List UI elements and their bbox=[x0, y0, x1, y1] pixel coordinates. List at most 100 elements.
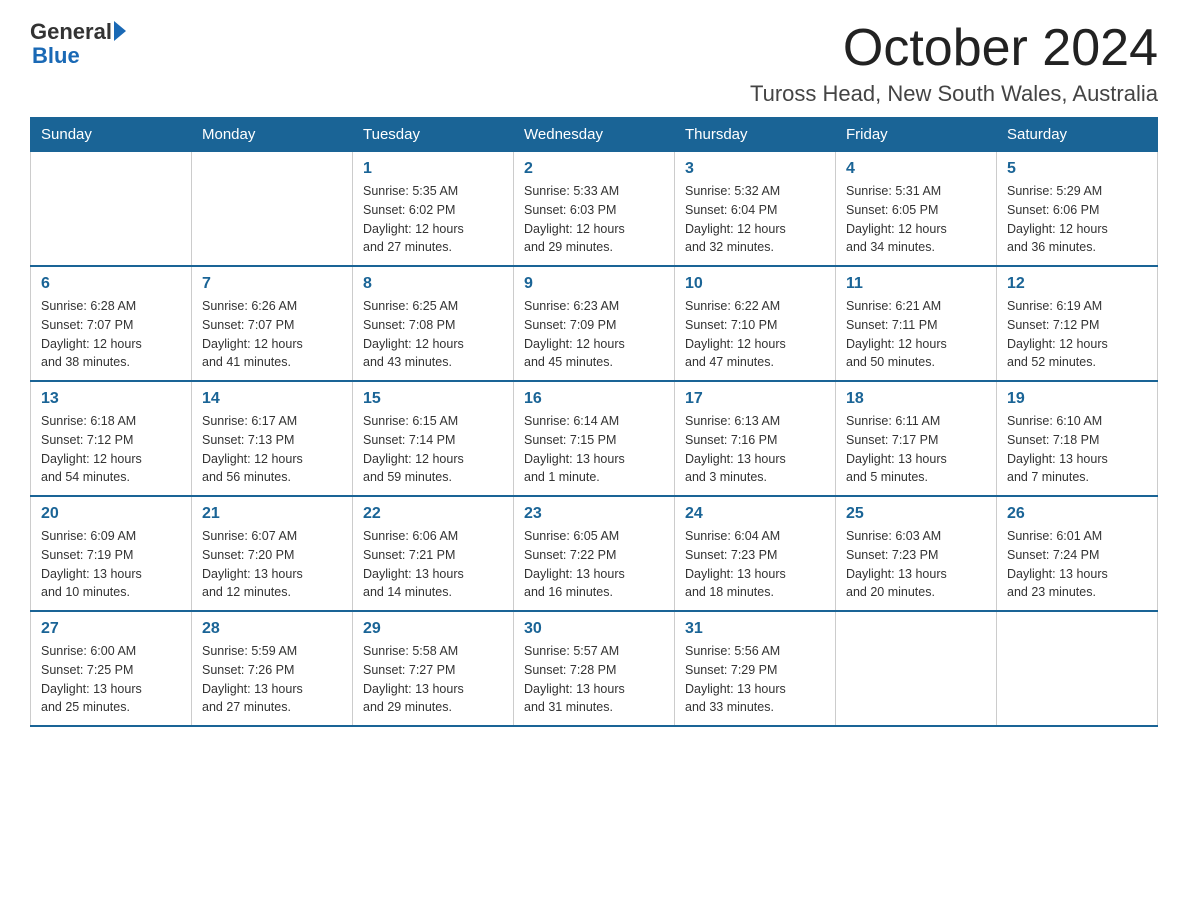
day-number: 25 bbox=[846, 505, 986, 523]
calendar-week-5: 27Sunrise: 6:00 AM Sunset: 7:25 PM Dayli… bbox=[31, 611, 1158, 726]
day-info: Sunrise: 5:35 AM Sunset: 6:02 PM Dayligh… bbox=[363, 182, 503, 257]
calendar-cell: 30 Sunrise: 5:57 AM Sunset: 7:28 PM Dayli… bbox=[514, 611, 675, 726]
day-number: 14 bbox=[202, 390, 342, 408]
calendar-cell: 2Sunrise: 5:33 AM Sunset: 6:03 PM Daylig… bbox=[514, 152, 675, 267]
day-info: Sunrise: 6:11 AM Sunset: 7:17 PM Dayligh… bbox=[846, 412, 986, 487]
day-number: 10 bbox=[685, 275, 825, 293]
calendar-cell: 7Sunrise: 6:26 AM Sunset: 7:07 PM Daylig… bbox=[192, 266, 353, 381]
day-number: 8 bbox=[363, 275, 503, 293]
location-title: Tuross Head, New South Wales, Australia bbox=[750, 81, 1158, 107]
calendar-cell: 11 Sunrise: 6:21 AM Sunset: 7:11 PM Dayli… bbox=[836, 266, 997, 381]
day-number: 4 bbox=[846, 160, 986, 178]
calendar-week-4: 20 Sunrise: 6:09 AM Sunset: 7:19 PM Dayli… bbox=[31, 496, 1158, 611]
column-header-friday: Friday bbox=[836, 118, 997, 152]
calendar-cell: 14 Sunrise: 6:17 AM Sunset: 7:13 PM Dayli… bbox=[192, 381, 353, 496]
day-number: 9 bbox=[524, 275, 664, 293]
calendar-cell: 3 Sunrise: 5:32 AM Sunset: 6:04 PM Daylig… bbox=[675, 152, 836, 267]
day-info: Sunrise: 6:28 AM Sunset: 7:07 PM Dayligh… bbox=[41, 297, 181, 372]
day-info: Sunrise: 5:31 AM Sunset: 6:05 PM Dayligh… bbox=[846, 182, 986, 257]
day-info: Sunrise: 5:56 AM Sunset: 7:29 PM Dayligh… bbox=[685, 642, 825, 717]
calendar-cell: 26 Sunrise: 6:01 AM Sunset: 7:24 PM Dayli… bbox=[997, 496, 1158, 611]
day-number: 5 bbox=[1007, 160, 1147, 178]
day-number: 28 bbox=[202, 620, 342, 638]
calendar-cell: 8 Sunrise: 6:25 AM Sunset: 7:08 PM Daylig… bbox=[353, 266, 514, 381]
day-number: 29 bbox=[363, 620, 503, 638]
calendar-cell bbox=[997, 611, 1158, 726]
column-header-monday: Monday bbox=[192, 118, 353, 152]
day-number: 23 bbox=[524, 505, 664, 523]
day-info: Sunrise: 6:17 AM Sunset: 7:13 PM Dayligh… bbox=[202, 412, 342, 487]
column-header-thursday: Thursday bbox=[675, 118, 836, 152]
day-info: Sunrise: 6:23 AM Sunset: 7:09 PM Dayligh… bbox=[524, 297, 664, 372]
logo-text-general: General bbox=[30, 20, 112, 44]
calendar-cell: 20 Sunrise: 6:09 AM Sunset: 7:19 PM Dayli… bbox=[31, 496, 192, 611]
day-number: 11 bbox=[846, 275, 986, 293]
day-number: 26 bbox=[1007, 505, 1147, 523]
day-info: Sunrise: 6:13 AM Sunset: 7:16 PM Dayligh… bbox=[685, 412, 825, 487]
day-info: Sunrise: 6:21 AM Sunset: 7:11 PM Dayligh… bbox=[846, 297, 986, 372]
calendar-cell bbox=[31, 152, 192, 267]
calendar-cell: 27Sunrise: 6:00 AM Sunset: 7:25 PM Dayli… bbox=[31, 611, 192, 726]
calendar-cell: 12Sunrise: 6:19 AM Sunset: 7:12 PM Dayli… bbox=[997, 266, 1158, 381]
calendar-cell: 9 Sunrise: 6:23 AM Sunset: 7:09 PM Daylig… bbox=[514, 266, 675, 381]
day-info: Sunrise: 5:29 AM Sunset: 6:06 PM Dayligh… bbox=[1007, 182, 1147, 257]
day-info: Sunrise: 5:57 AM Sunset: 7:28 PM Dayligh… bbox=[524, 642, 664, 717]
page-header: General Blue October 2024 Tuross Head, N… bbox=[30, 20, 1158, 107]
day-info: Sunrise: 6:22 AM Sunset: 7:10 PM Dayligh… bbox=[685, 297, 825, 372]
day-number: 6 bbox=[41, 275, 181, 293]
day-number: 13 bbox=[41, 390, 181, 408]
calendar-cell: 4 Sunrise: 5:31 AM Sunset: 6:05 PM Daylig… bbox=[836, 152, 997, 267]
day-number: 19 bbox=[1007, 390, 1147, 408]
logo-arrow-icon bbox=[114, 21, 126, 41]
calendar-cell: 16Sunrise: 6:14 AM Sunset: 7:15 PM Dayli… bbox=[514, 381, 675, 496]
day-info: Sunrise: 6:06 AM Sunset: 7:21 PM Dayligh… bbox=[363, 527, 503, 602]
day-number: 1 bbox=[363, 160, 503, 178]
month-title: October 2024 bbox=[750, 20, 1158, 77]
day-info: Sunrise: 6:26 AM Sunset: 7:07 PM Dayligh… bbox=[202, 297, 342, 372]
day-info: Sunrise: 6:04 AM Sunset: 7:23 PM Dayligh… bbox=[685, 527, 825, 602]
day-info: Sunrise: 6:19 AM Sunset: 7:12 PM Dayligh… bbox=[1007, 297, 1147, 372]
day-info: Sunrise: 6:18 AM Sunset: 7:12 PM Dayligh… bbox=[41, 412, 181, 487]
calendar-cell bbox=[836, 611, 997, 726]
day-info: Sunrise: 6:10 AM Sunset: 7:18 PM Dayligh… bbox=[1007, 412, 1147, 487]
day-info: Sunrise: 6:03 AM Sunset: 7:23 PM Dayligh… bbox=[846, 527, 986, 602]
calendar-cell: 6 Sunrise: 6:28 AM Sunset: 7:07 PM Daylig… bbox=[31, 266, 192, 381]
day-info: Sunrise: 6:14 AM Sunset: 7:15 PM Dayligh… bbox=[524, 412, 664, 487]
calendar-header-row: SundayMondayTuesdayWednesdayThursdayFrid… bbox=[31, 118, 1158, 152]
calendar-week-1: 1 Sunrise: 5:35 AM Sunset: 6:02 PM Daylig… bbox=[31, 152, 1158, 267]
day-number: 30 bbox=[524, 620, 664, 638]
calendar-cell: 15 Sunrise: 6:15 AM Sunset: 7:14 PM Dayli… bbox=[353, 381, 514, 496]
day-info: Sunrise: 6:09 AM Sunset: 7:19 PM Dayligh… bbox=[41, 527, 181, 602]
day-info: Sunrise: 6:05 AM Sunset: 7:22 PM Dayligh… bbox=[524, 527, 664, 602]
column-header-tuesday: Tuesday bbox=[353, 118, 514, 152]
title-area: October 2024 Tuross Head, New South Wale… bbox=[750, 20, 1158, 107]
calendar-cell: 19 Sunrise: 6:10 AM Sunset: 7:18 PM Dayli… bbox=[997, 381, 1158, 496]
calendar-week-2: 6 Sunrise: 6:28 AM Sunset: 7:07 PM Daylig… bbox=[31, 266, 1158, 381]
calendar-cell: 23 Sunrise: 6:05 AM Sunset: 7:22 PM Dayli… bbox=[514, 496, 675, 611]
day-info: Sunrise: 6:01 AM Sunset: 7:24 PM Dayligh… bbox=[1007, 527, 1147, 602]
day-info: Sunrise: 5:32 AM Sunset: 6:04 PM Dayligh… bbox=[685, 182, 825, 257]
day-info: Sunrise: 5:58 AM Sunset: 7:27 PM Dayligh… bbox=[363, 642, 503, 717]
calendar-cell: 25 Sunrise: 6:03 AM Sunset: 7:23 PM Dayli… bbox=[836, 496, 997, 611]
day-info: Sunrise: 6:25 AM Sunset: 7:08 PM Dayligh… bbox=[363, 297, 503, 372]
calendar-cell: 22 Sunrise: 6:06 AM Sunset: 7:21 PM Dayli… bbox=[353, 496, 514, 611]
calendar-cell: 18Sunrise: 6:11 AM Sunset: 7:17 PM Dayli… bbox=[836, 381, 997, 496]
logo-text-blue: Blue bbox=[32, 44, 80, 68]
calendar-week-3: 13 Sunrise: 6:18 AM Sunset: 7:12 PM Dayli… bbox=[31, 381, 1158, 496]
day-number: 17 bbox=[685, 390, 825, 408]
calendar-cell: 5 Sunrise: 5:29 AM Sunset: 6:06 PM Daylig… bbox=[997, 152, 1158, 267]
column-header-wednesday: Wednesday bbox=[514, 118, 675, 152]
day-info: Sunrise: 6:15 AM Sunset: 7:14 PM Dayligh… bbox=[363, 412, 503, 487]
calendar-cell: 24 Sunrise: 6:04 AM Sunset: 7:23 PM Dayli… bbox=[675, 496, 836, 611]
day-number: 27 bbox=[41, 620, 181, 638]
day-number: 22 bbox=[363, 505, 503, 523]
calendar-table: SundayMondayTuesdayWednesdayThursdayFrid… bbox=[30, 117, 1158, 727]
column-header-sunday: Sunday bbox=[31, 118, 192, 152]
day-number: 3 bbox=[685, 160, 825, 178]
calendar-cell: 17 Sunrise: 6:13 AM Sunset: 7:16 PM Dayli… bbox=[675, 381, 836, 496]
day-number: 24 bbox=[685, 505, 825, 523]
calendar-cell bbox=[192, 152, 353, 267]
day-number: 20 bbox=[41, 505, 181, 523]
day-info: Sunrise: 5:33 AM Sunset: 6:03 PM Dayligh… bbox=[524, 182, 664, 257]
day-number: 15 bbox=[363, 390, 503, 408]
